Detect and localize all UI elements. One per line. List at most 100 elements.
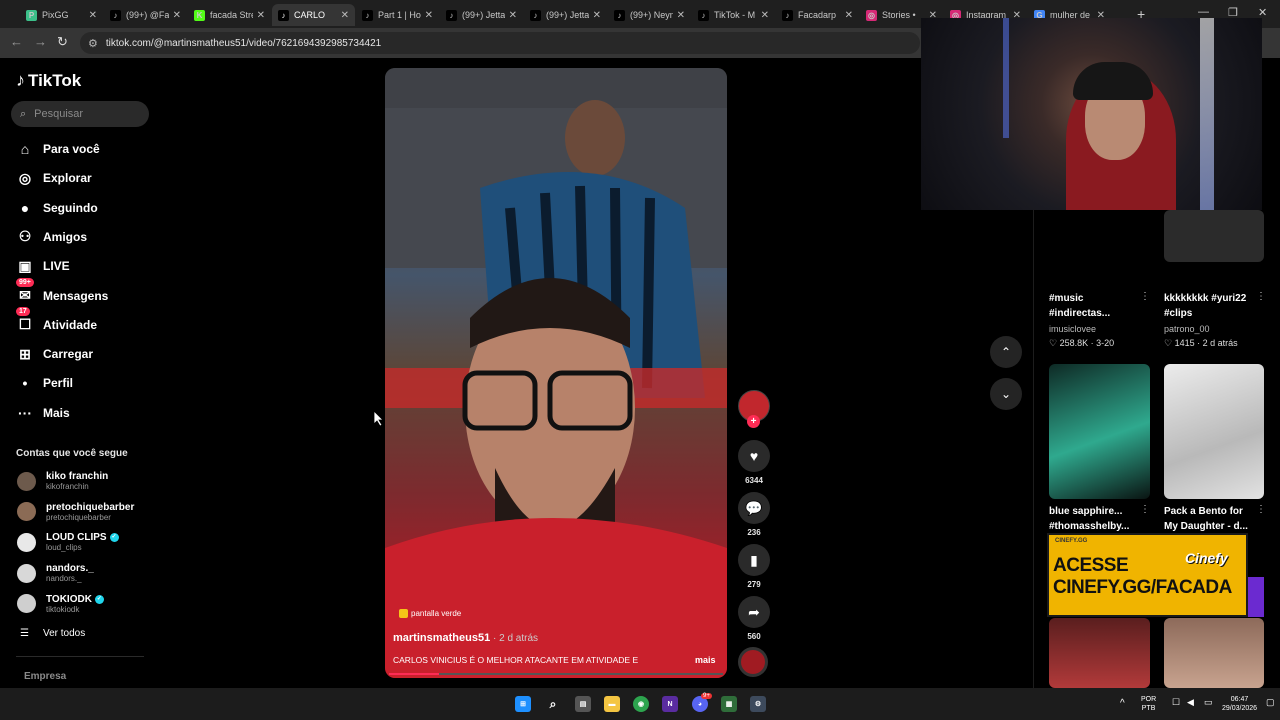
recommendation-author[interactable]: imusiclovee: [1049, 324, 1096, 334]
recommendation-title[interactable]: kkkkkkkk #yuri22 #clips: [1164, 291, 1256, 321]
settings-icon[interactable]: ⚙: [750, 696, 766, 712]
video-player[interactable]: [385, 68, 727, 678]
account-handle: kikofranchin: [46, 482, 89, 491]
nav-item-profile[interactable]: • Perfil: [16, 372, 73, 394]
minimize-icon[interactable]: —: [1198, 6, 1209, 18]
browser-tab[interactable]: ♪ TikTok - M ✕: [692, 4, 775, 26]
volume-icon[interactable]: ◀: [1187, 698, 1194, 707]
more-options-icon[interactable]: ⋮: [1140, 291, 1150, 302]
nav-item-label: Mais: [43, 405, 70, 420]
tab-close-icon[interactable]: ✕: [509, 10, 517, 21]
url-text: tiktok.com/@martinsmatheus51/video/76216…: [105, 37, 382, 49]
account-handle: loud_clips: [46, 543, 82, 553]
more-options-icon[interactable]: ⋮: [1140, 504, 1150, 515]
see-all-link[interactable]: ☰ Ver todos: [20, 628, 85, 639]
recommendation-thumbnail[interactable]: [1049, 364, 1150, 499]
tab-close-icon[interactable]: ✕: [761, 10, 769, 21]
next-video-button[interactable]: ⌄: [990, 378, 1022, 410]
browser-tab[interactable]: ♪ CARLO ✕: [272, 4, 355, 26]
tab-favicon-icon: ♪: [110, 9, 121, 21]
file-explorer-icon[interactable]: ▬: [604, 696, 620, 712]
recommendation-author[interactable]: patrono_00: [1164, 324, 1210, 334]
browser-tab[interactable]: Kfacada Stre ✕: [188, 4, 271, 26]
nav-item-upload[interactable]: ⊞ Carregar: [16, 343, 93, 365]
recommendation-thumbnail[interactable]: [1164, 618, 1264, 688]
nav-item-activity[interactable]: ☐ 17 Atividade: [16, 306, 97, 336]
recommendation-thumbnail[interactable]: [1164, 210, 1264, 262]
company-link[interactable]: Empresa: [24, 671, 66, 682]
search-input[interactable]: ⌕ Pesquisar: [11, 101, 149, 127]
tab-close-icon[interactable]: ✕: [173, 10, 181, 21]
recommendation-thumbnail[interactable]: [1164, 364, 1264, 499]
nav-item-label: Seguindo: [43, 200, 98, 215]
clock[interactable]: 06:47 29/03/2026: [1222, 695, 1257, 713]
chevron-down-icon: ⌄: [1000, 387, 1012, 401]
following-account[interactable]: LOUD CLIPS ✓ loud_clips: [17, 529, 119, 555]
site-info-icon[interactable]: ⚙: [88, 37, 98, 50]
previous-video-button[interactable]: ⌃: [990, 336, 1022, 368]
recommendation-title[interactable]: blue sapphire... #thomasshelby...: [1049, 504, 1141, 534]
nav-item-more[interactable]: ··· Mais: [16, 402, 70, 424]
following-account[interactable]: pretochiquebarber pretochiquebarber: [17, 499, 134, 525]
browser-tab[interactable]: ♪ (99+) Jetta ✕: [440, 4, 523, 26]
reload-icon[interactable]: ↻: [57, 34, 68, 50]
recommendation-title[interactable]: #music #indirectas...: [1049, 291, 1141, 321]
following-account[interactable]: nandors._ nandors._: [17, 560, 94, 586]
search-icon[interactable]: ⌕: [545, 696, 561, 712]
tab-close-icon[interactable]: ✕: [425, 10, 433, 21]
like-button[interactable]: ♥: [738, 440, 770, 472]
url-field[interactable]: ⚙ tiktok.com/@martinsmatheus51/video/762…: [80, 32, 920, 54]
nav-item-live[interactable]: ▣ LIVE: [16, 255, 69, 277]
following-account[interactable]: kiko franchin kikofranchin: [17, 468, 108, 494]
nav-item-following[interactable]: ● Seguindo: [16, 197, 98, 219]
browser-tab[interactable]: P PixGG ✕: [20, 4, 103, 26]
browser-tab[interactable]: ♪ (99+) Jetta ✕: [524, 4, 607, 26]
task-view-icon[interactable]: ▤: [575, 696, 591, 712]
more-options-icon[interactable]: ⋮: [1256, 291, 1266, 302]
nav-item-friends[interactable]: ⚇ Amigos: [16, 226, 87, 248]
recommendation-thumbnail[interactable]: [1049, 618, 1150, 688]
effect-tag[interactable]: pantalla verde: [399, 609, 461, 618]
forward-icon[interactable]: →: [34, 34, 47, 49]
save-button[interactable]: ▮: [738, 544, 770, 576]
share-button[interactable]: ➦: [738, 596, 770, 628]
tab-close-icon[interactable]: ✕: [845, 10, 853, 21]
tab-close-icon[interactable]: ✕: [89, 10, 97, 21]
tab-close-icon[interactable]: ✕: [593, 10, 601, 21]
nav-item-home[interactable]: ⌂ Para você: [16, 138, 100, 160]
nzxt-icon[interactable]: N: [662, 696, 678, 712]
browser-tab[interactable]: ♪ Part 1 | Ho ✕: [356, 4, 439, 26]
battery-icon[interactable]: ▭: [1204, 698, 1213, 707]
nav-item-compass[interactable]: ◎ Explorar: [16, 167, 92, 189]
tiktok-logo[interactable]: ♪ TikTok: [16, 70, 81, 91]
back-icon[interactable]: ←: [10, 34, 23, 49]
recommendation-title[interactable]: Pack a Bento for My Daughter - d...: [1164, 504, 1256, 534]
notifications-icon[interactable]: ▢: [1266, 698, 1275, 707]
windows-start-icon[interactable]: ⊞: [515, 696, 531, 712]
video-progress-bar[interactable]: [389, 673, 723, 675]
recommendation-date: 2 d atrás: [1202, 338, 1238, 348]
network-icon[interactable]: ☐: [1172, 698, 1180, 707]
following-account[interactable]: TOKIODK ✓ tiktokiodk: [17, 591, 104, 617]
more-options-icon[interactable]: ⋮: [1256, 504, 1266, 515]
tab-close-icon[interactable]: ✕: [677, 10, 685, 21]
video-author[interactable]: martinsmatheus51 · 2 d atrás: [393, 632, 538, 644]
separator: ·: [1194, 338, 1203, 348]
browser-tab[interactable]: ♪ Facadarp ✕: [776, 4, 859, 26]
nav-item-messages[interactable]: ✉ 99+ Mensagens: [16, 277, 108, 307]
follow-button[interactable]: +: [747, 415, 760, 428]
comment-button[interactable]: 💬: [738, 492, 770, 524]
app-icon[interactable]: ▦: [721, 696, 737, 712]
chevron-up-icon[interactable]: ^: [1120, 699, 1125, 709]
caption-more-button[interactable]: mais: [695, 655, 716, 665]
account-handle: pretochiquebarber: [46, 512, 111, 522]
browser-tab[interactable]: ♪ (99+) @Fa ✕: [104, 4, 187, 26]
tab-close-icon[interactable]: ✕: [257, 10, 265, 21]
music-disc[interactable]: [738, 647, 768, 677]
comment-icon: 💬: [745, 499, 763, 516]
chrome-icon[interactable]: ◉: [633, 696, 649, 712]
browser-tab[interactable]: ♪ (99+) Neym ✕: [608, 4, 691, 26]
tab-close-icon[interactable]: ✕: [341, 10, 349, 21]
avatar: [17, 532, 36, 552]
language-indicator[interactable]: POR PTB: [1141, 695, 1156, 713]
